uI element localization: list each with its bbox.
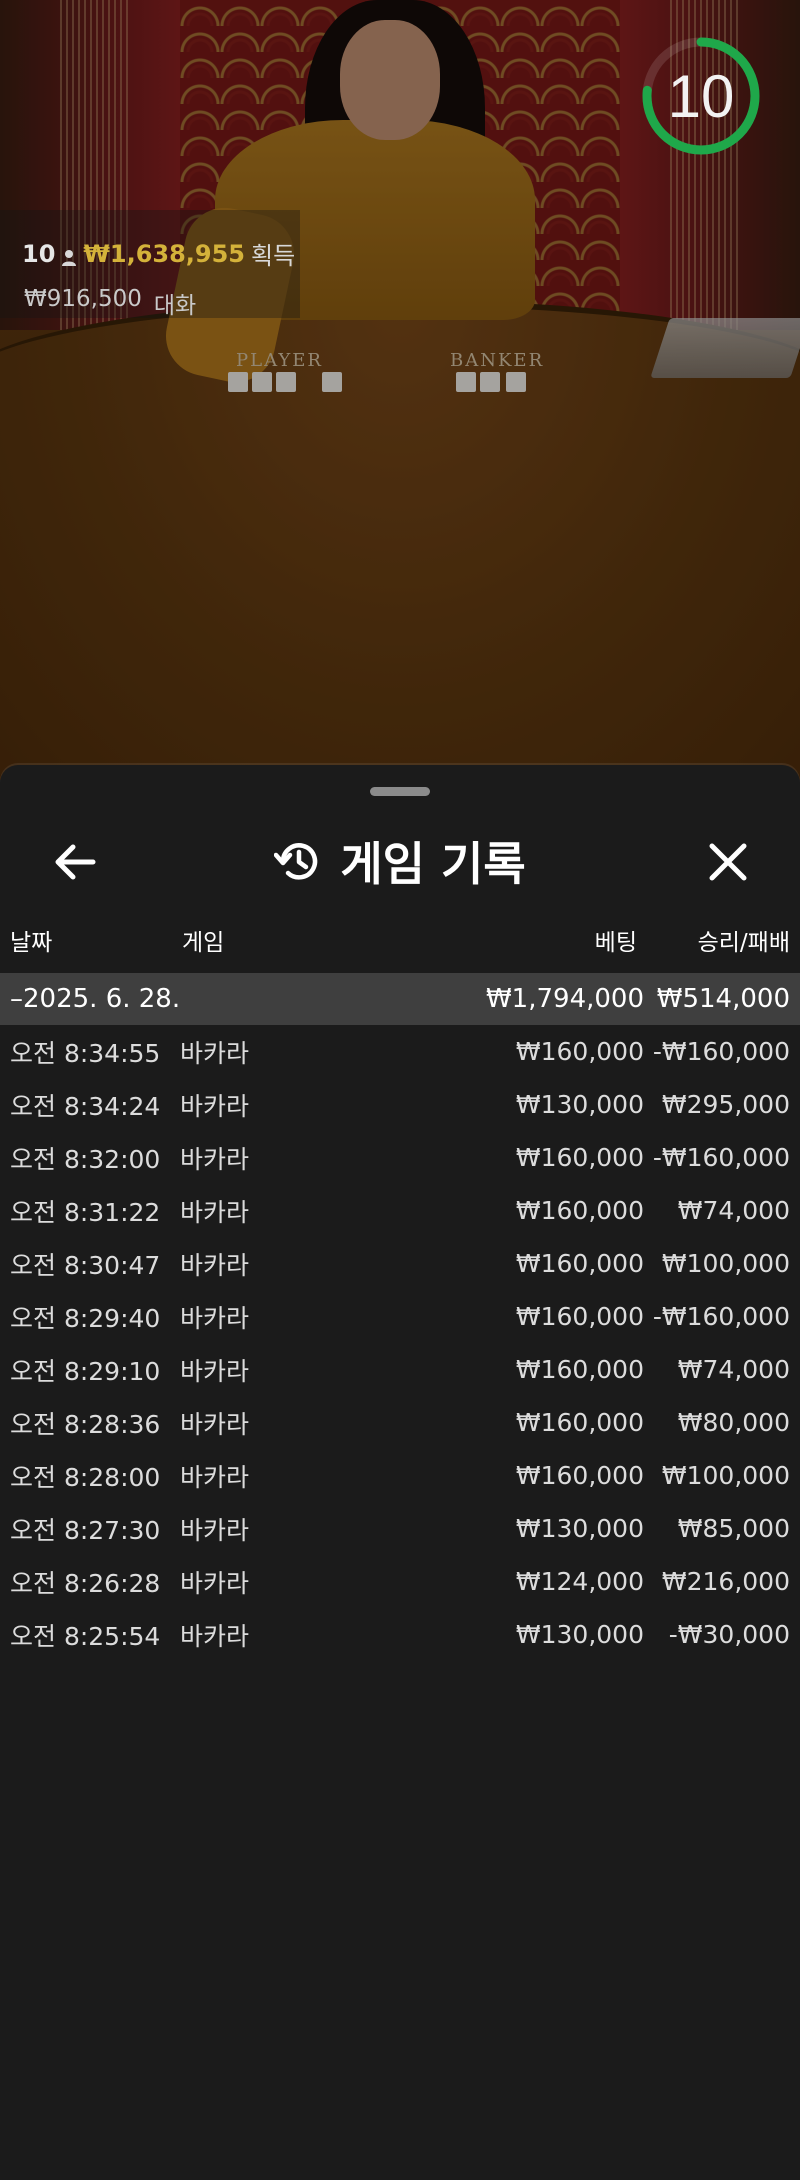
row-win-loss: ₩295,000: [661, 1090, 790, 1119]
row-bet: ₩160,000: [515, 1302, 644, 1331]
row-game: 바카라: [180, 1621, 250, 1651]
game-history-sheet: 게임 기록 날짜 게임 베팅 승리/패배 –2025. 6. 28. ₩1,79…: [0, 765, 800, 2180]
column-header-date: 날짜: [10, 930, 53, 956]
history-row[interactable]: 오전 8:25:54 바카라 ₩130,000 -₩30,000: [0, 1608, 800, 1661]
winnings-label: 획득: [251, 242, 296, 270]
table-wager-row: ₩916,500 대화: [24, 286, 196, 320]
row-bet: ₩160,000: [515, 1037, 644, 1066]
day-total-win-loss: ₩514,000: [656, 984, 790, 1014]
total-wager: ₩916,500: [24, 286, 142, 312]
column-header-bet: 베팅: [594, 930, 637, 956]
day-total-bet: ₩1,794,000: [485, 984, 644, 1014]
row-bet: ₩130,000: [515, 1090, 644, 1119]
row-game: 바카라: [180, 1091, 250, 1121]
column-header-win-loss: 승리/패배: [697, 930, 790, 956]
history-icon: [274, 843, 318, 880]
row-win-loss: ₩100,000: [661, 1461, 790, 1490]
history-row[interactable]: 오전 8:34:24 바카라 ₩130,000 ₩295,000: [0, 1078, 800, 1131]
row-game: 바카라: [180, 1197, 250, 1227]
row-game: 바카라: [180, 1356, 250, 1386]
row-bet: ₩160,000: [515, 1249, 644, 1278]
row-bet: ₩130,000: [515, 1620, 644, 1649]
row-time: 오전 8:27:30: [10, 1515, 161, 1545]
row-win-loss: -₩160,000: [652, 1037, 790, 1066]
row-bet: ₩160,000: [515, 1408, 644, 1437]
sheet-drag-handle[interactable]: [370, 787, 430, 796]
row-game: 바카라: [180, 1303, 250, 1333]
row-time: 오전 8:30:47: [10, 1250, 161, 1280]
history-row[interactable]: 오전 8:32:00 바카라 ₩160,000 -₩160,000: [0, 1131, 800, 1184]
player-count: 10: [22, 239, 56, 268]
row-time: 오전 8:31:22: [10, 1197, 161, 1227]
row-win-loss: -₩160,000: [652, 1302, 790, 1331]
history-row[interactable]: 오전 8:34:55 바카라 ₩160,000 -₩160,000: [0, 1025, 800, 1078]
row-win-loss: ₩100,000: [661, 1249, 790, 1278]
row-game: 바카라: [180, 1409, 250, 1439]
user-icon: [61, 245, 77, 266]
row-time: 오전 8:29:10: [10, 1356, 161, 1386]
row-bet: ₩160,000: [515, 1196, 644, 1225]
column-header-game: 게임: [182, 930, 225, 956]
row-game: 바카라: [180, 1462, 250, 1492]
row-bet: ₩160,000: [515, 1461, 644, 1490]
countdown-timer: 10: [667, 62, 735, 130]
row-bet: ₩160,000: [515, 1355, 644, 1384]
row-time: 오전 8:29:40: [10, 1303, 161, 1333]
row-time: 오전 8:34:24: [10, 1091, 161, 1121]
history-row[interactable]: 오전 8:28:00 바카라 ₩160,000 ₩100,000: [0, 1449, 800, 1502]
total-winnings: ₩1,638,955: [83, 239, 246, 268]
row-game: 바카라: [180, 1144, 250, 1174]
row-bet: ₩124,000: [515, 1567, 644, 1596]
row-game: 바카라: [180, 1250, 250, 1280]
row-win-loss: ₩216,000: [661, 1567, 790, 1596]
history-list: 오전 8:34:55 바카라 ₩160,000 -₩160,000 오전 8:34:2…: [0, 1025, 800, 1661]
row-time: 오전 8:28:00: [10, 1462, 161, 1492]
row-time: 오전 8:25:54: [10, 1621, 161, 1651]
row-time: 오전 8:28:36: [10, 1409, 161, 1439]
close-icon: [709, 843, 747, 881]
history-row[interactable]: 오전 8:27:30 바카라 ₩130,000 ₩85,000: [0, 1502, 800, 1555]
row-win-loss: ₩74,000: [677, 1355, 790, 1384]
row-win-loss: -₩160,000: [652, 1143, 790, 1172]
page-title: 게임 기록: [340, 837, 526, 891]
close-button[interactable]: [693, 827, 763, 897]
row-win-loss: ₩80,000: [677, 1408, 790, 1437]
history-row[interactable]: 오전 8:29:40 바카라 ₩160,000 -₩160,000: [0, 1290, 800, 1343]
sheet-header: 게임 기록: [0, 825, 800, 897]
day-date: –2025. 6. 28.: [10, 984, 181, 1014]
row-win-loss: ₩85,000: [677, 1514, 790, 1543]
row-game: 바카라: [180, 1568, 250, 1598]
day-summary-row[interactable]: –2025. 6. 28. ₩1,794,000 ₩514,000: [0, 973, 800, 1025]
wager-label: 대화: [153, 293, 197, 319]
table-stats-row: 10 ₩1,638,955 획득: [22, 236, 295, 271]
row-time: 오전 8:34:55: [10, 1038, 161, 1068]
row-time: 오전 8:32:00: [10, 1144, 161, 1174]
row-win-loss: ₩74,000: [677, 1196, 790, 1225]
row-bet: ₩130,000: [515, 1514, 644, 1543]
row-time: 오전 8:26:28: [10, 1568, 161, 1598]
history-row[interactable]: 오전 8:30:47 바카라 ₩160,000 ₩100,000: [0, 1237, 800, 1290]
row-win-loss: -₩30,000: [668, 1620, 790, 1649]
history-row[interactable]: 오전 8:29:10 바카라 ₩160,000 ₩74,000: [0, 1343, 800, 1396]
row-game: 바카라: [180, 1038, 250, 1068]
row-bet: ₩160,000: [515, 1143, 644, 1172]
history-row[interactable]: 오전 8:26:28 바카라 ₩124,000 ₩216,000: [0, 1555, 800, 1608]
history-row[interactable]: 오전 8:31:22 바카라 ₩160,000 ₩74,000: [0, 1184, 800, 1237]
row-game: 바카라: [180, 1515, 250, 1545]
history-row[interactable]: 오전 8:28:36 바카라 ₩160,000 ₩80,000: [0, 1396, 800, 1449]
